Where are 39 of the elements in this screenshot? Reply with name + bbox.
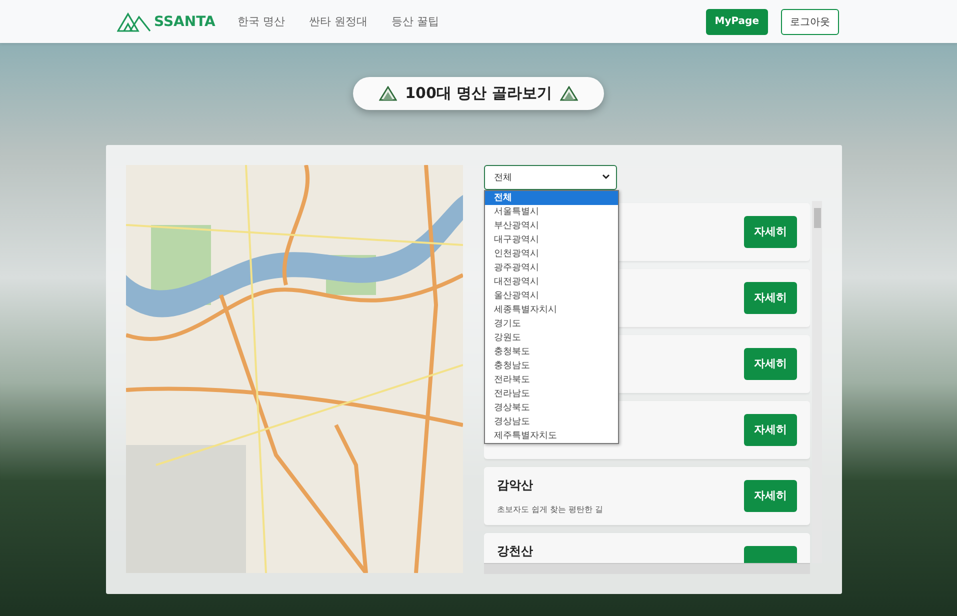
mountain-icon <box>379 86 398 101</box>
mypage-button[interactable]: MyPage <box>706 8 768 34</box>
dropdown-option[interactable]: 서울특별시 <box>485 205 618 219</box>
dropdown-option[interactable]: 세종특별자치시 <box>485 303 618 317</box>
nav-link[interactable]: 등산 꿀팁 <box>391 14 439 29</box>
detail-button[interactable]: 자세히 <box>744 414 797 446</box>
dropdown-option[interactable]: 강원도 <box>485 331 618 345</box>
detail-button[interactable]: 자세히 <box>744 348 797 380</box>
dropdown-option[interactable]: 경상북도 <box>485 401 618 415</box>
dropdown-option[interactable]: 대구광역시 <box>485 233 618 247</box>
dropdown-option[interactable]: 전라북도 <box>485 373 618 387</box>
dropdown-option[interactable]: 전라남도 <box>485 387 618 401</box>
dropdown-option[interactable]: 경상남도 <box>485 415 618 429</box>
brand-name: SSANTA <box>154 14 216 30</box>
mountain-name: 감악산 <box>497 476 534 494</box>
dropdown-option[interactable]: 대전광역시 <box>485 275 618 289</box>
dropdown-option[interactable]: 부산광역시 <box>485 219 618 233</box>
dropdown-option[interactable]: 충청남도 <box>485 359 618 373</box>
mountain-icon <box>560 86 578 101</box>
mountain-logo-icon <box>117 12 151 32</box>
detail-button[interactable]: 자세히 <box>744 480 797 512</box>
nav-link[interactable]: 싼타 원정대 <box>308 14 368 29</box>
dropdown-option[interactable]: 인천광역시 <box>485 247 618 261</box>
chevron-icon <box>602 174 610 180</box>
dropdown-option[interactable]: 광주광역시 <box>485 261 618 275</box>
dropdown-option[interactable]: 울산광역시 <box>485 289 618 303</box>
dropdown-option[interactable]: 전체 <box>485 191 618 205</box>
mountain-name: 강천산 <box>497 542 534 560</box>
horizontal-scrollbar[interactable] <box>484 563 810 574</box>
dropdown-option[interactable]: 경기도 <box>485 317 618 331</box>
detail-button[interactable]: 자세히 <box>744 282 797 314</box>
mountain-description: 초보자도 쉽게 찾는 평탄한 길 <box>497 504 604 515</box>
detail-button[interactable]: 자세히 <box>744 216 797 248</box>
nav-link[interactable]: 한국 명산 <box>237 14 285 29</box>
dropdown-option[interactable]: 제주특별자치도 <box>485 429 618 443</box>
page-title: 100대 명산 골라보기 <box>405 84 552 103</box>
dropdown-option[interactable]: 충청북도 <box>485 345 618 359</box>
region-select[interactable]: 전체 <box>484 165 617 190</box>
logout-button[interactable]: 로그아웃 <box>781 8 839 34</box>
